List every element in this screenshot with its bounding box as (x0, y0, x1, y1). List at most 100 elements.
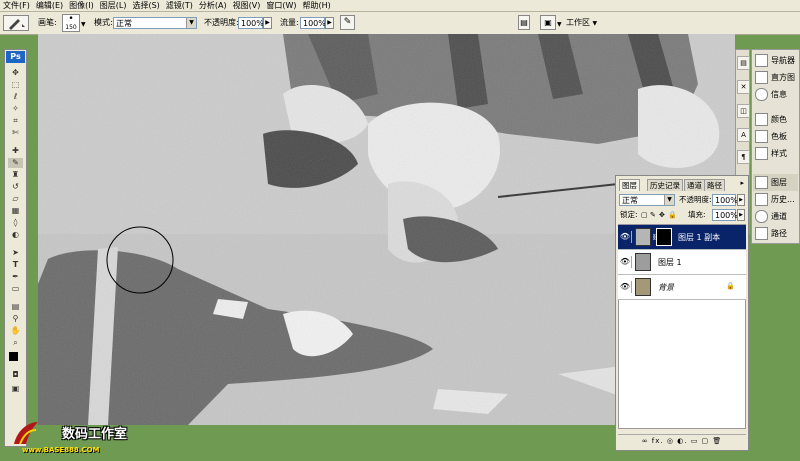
airbrush-icon[interactable]: ✎ (340, 15, 355, 30)
magic-wand-icon[interactable]: ✧ (8, 104, 23, 114)
character-panel-icon[interactable]: A (737, 128, 750, 142)
path-select-icon[interactable]: ➤ (8, 248, 23, 258)
layer-row-layer1-copy[interactable]: 👁 ⛓ 图层 1 副本 (618, 225, 746, 250)
dock-info[interactable]: 信息 (753, 86, 798, 103)
chevron-down-icon[interactable]: ▼ (81, 19, 86, 31)
quick-mask-icon[interactable]: ◘ (8, 370, 23, 380)
file-browser-icon[interactable]: ▤ (518, 15, 530, 30)
lock-all-icon[interactable]: 🔒 (668, 209, 677, 221)
menu-filter[interactable]: 滤镜(T) (163, 0, 196, 11)
dodge-icon[interactable]: ◐ (8, 230, 23, 240)
shape-icon[interactable]: ▭ (8, 284, 23, 294)
menu-edit[interactable]: 编辑(E) (33, 0, 66, 11)
layer-opacity-label: 不透明度: (679, 195, 712, 204)
dock-navigator[interactable]: 导航器 (753, 52, 798, 69)
panel-menu-icon[interactable]: ▸ (740, 179, 744, 187)
lock-label: 锁定: (620, 210, 638, 219)
tab-paths[interactable]: 路径 (704, 179, 725, 191)
menu-window[interactable]: 窗口(W) (263, 0, 299, 11)
pen-icon[interactable]: ✒ (8, 272, 23, 282)
eraser-icon[interactable]: ▱ (8, 194, 23, 204)
menu-file[interactable]: 文件(F) (0, 0, 33, 11)
heal-icon[interactable]: ✚ (8, 146, 23, 156)
type-icon[interactable]: T (8, 260, 23, 270)
paragraph-panel-icon[interactable]: ¶ (737, 150, 750, 164)
eye-icon[interactable]: 👁 (619, 231, 632, 243)
dock-layers-label: 图层 (771, 178, 787, 187)
layer-opacity-input[interactable]: 100% (712, 194, 738, 206)
notes-icon[interactable]: ▤ (8, 302, 23, 312)
lock-transparency-icon[interactable]: ▢ (641, 209, 648, 221)
flow-input[interactable]: 100% (300, 17, 326, 29)
foreground-color-swatch[interactable] (9, 352, 18, 361)
slice-icon[interactable]: ✄ (8, 128, 23, 138)
dock-channels[interactable]: 通道 (753, 208, 798, 225)
menu-select[interactable]: 选择(S) (129, 0, 162, 11)
navigator-icon (755, 54, 768, 67)
menu-analysis[interactable]: 分析(A) (196, 0, 230, 11)
layer-comps-icon[interactable]: ◫ (737, 104, 750, 118)
hand-icon[interactable]: ✋ (8, 326, 23, 336)
move-icon[interactable]: ✥ (8, 68, 23, 78)
brush-icon[interactable]: ✎ (8, 158, 23, 168)
mode-label: 模式: (94, 18, 113, 27)
layer-row-layer1[interactable]: 👁 图层 1 (618, 250, 746, 275)
history-brush-icon[interactable]: ↺ (8, 182, 23, 192)
brush-size-picker[interactable]: • 150 (62, 14, 80, 32)
brush-tip-icon: • (68, 14, 74, 24)
dock-color[interactable]: 颜色 (753, 111, 798, 128)
dock-paths[interactable]: 路径 (753, 225, 798, 242)
tool-presets-icon[interactable]: ✕ (737, 80, 750, 94)
tab-history[interactable]: 历史记录 (647, 179, 683, 191)
layers-panel: 图层 历史记录 通道 路径 ▸ 正常 ▼ 不透明度: 100% ▶ 锁定: ▢ … (615, 175, 749, 451)
lasso-icon[interactable]: ℓ (8, 92, 23, 102)
marquee-icon[interactable]: ⬚ (8, 80, 23, 90)
menu-image[interactable]: 图像(I) (66, 0, 97, 11)
workspace-menu[interactable]: 工作区 ▼ (566, 15, 606, 30)
chevron-right-icon[interactable]: ▶ (325, 17, 334, 29)
chevron-down-icon: ▼ (664, 195, 674, 205)
lock-pixels-icon[interactable]: ✎ (650, 209, 656, 221)
dock-styles[interactable]: 样式 (753, 145, 798, 162)
dock-layers[interactable]: 图层 (753, 174, 798, 191)
menu-view[interactable]: 视图(V) (230, 0, 264, 11)
menu-layer[interactable]: 图层(L) (97, 0, 130, 11)
layer-mask-thumbnail[interactable] (656, 228, 672, 246)
blur-icon[interactable]: ◊ (8, 218, 23, 228)
screen-mode-icon[interactable]: ▣ (8, 384, 23, 394)
eye-icon[interactable]: 👁 (619, 281, 632, 293)
chevron-right-icon[interactable]: ▶ (263, 17, 272, 29)
blend-mode-select[interactable]: 正常 ▼ (619, 194, 675, 206)
zoom-icon[interactable]: ⌕ (8, 338, 23, 348)
eyedropper-icon[interactable]: ⚲ (8, 314, 23, 324)
lock-position-icon[interactable]: ✥ (659, 209, 665, 221)
paths-icon (755, 227, 768, 240)
fill-input[interactable]: 100% (712, 209, 738, 221)
tab-channels[interactable]: 通道 (684, 179, 705, 191)
crop-icon[interactable]: ⌗ (8, 116, 23, 126)
layer-row-background[interactable]: 👁 背景 🔒 (618, 275, 746, 300)
dock-swatches[interactable]: 色板 (753, 128, 798, 145)
opacity-input[interactable]: 100% (238, 17, 264, 29)
styles-icon (755, 147, 768, 160)
tool-preset-picker[interactable] (3, 15, 29, 31)
stamp-icon[interactable]: ♜ (8, 170, 23, 180)
dock-histogram[interactable]: 直方图 (753, 69, 798, 86)
chevron-right-icon[interactable]: ▶ (737, 194, 745, 206)
channels-icon (755, 210, 768, 223)
eye-icon[interactable]: 👁 (619, 256, 632, 268)
gradient-icon[interactable]: ▦ (8, 206, 23, 216)
dock-history[interactable]: 历史... (753, 191, 798, 208)
tab-layers[interactable]: 图层 (619, 179, 640, 191)
watermark-title: 数码工作室 (62, 427, 128, 442)
layers-footer-toolbar[interactable]: ∞ fx. ◎ ◐. ▭ ▢ 🗑 (618, 434, 746, 448)
swatches-icon (755, 130, 768, 143)
workspace-label: 工作区 (566, 18, 590, 27)
mode-select[interactable]: 正常 ▼ (113, 17, 197, 29)
layer-name: 背景 (658, 283, 674, 292)
menu-help[interactable]: 帮助(H) (300, 0, 334, 11)
bridge-icon[interactable]: ▣ (540, 15, 556, 30)
chevron-right-icon[interactable]: ▶ (737, 209, 745, 221)
chevron-down-icon[interactable]: ▼ (557, 19, 562, 31)
brushes-panel-icon[interactable]: ▤ (737, 56, 750, 70)
